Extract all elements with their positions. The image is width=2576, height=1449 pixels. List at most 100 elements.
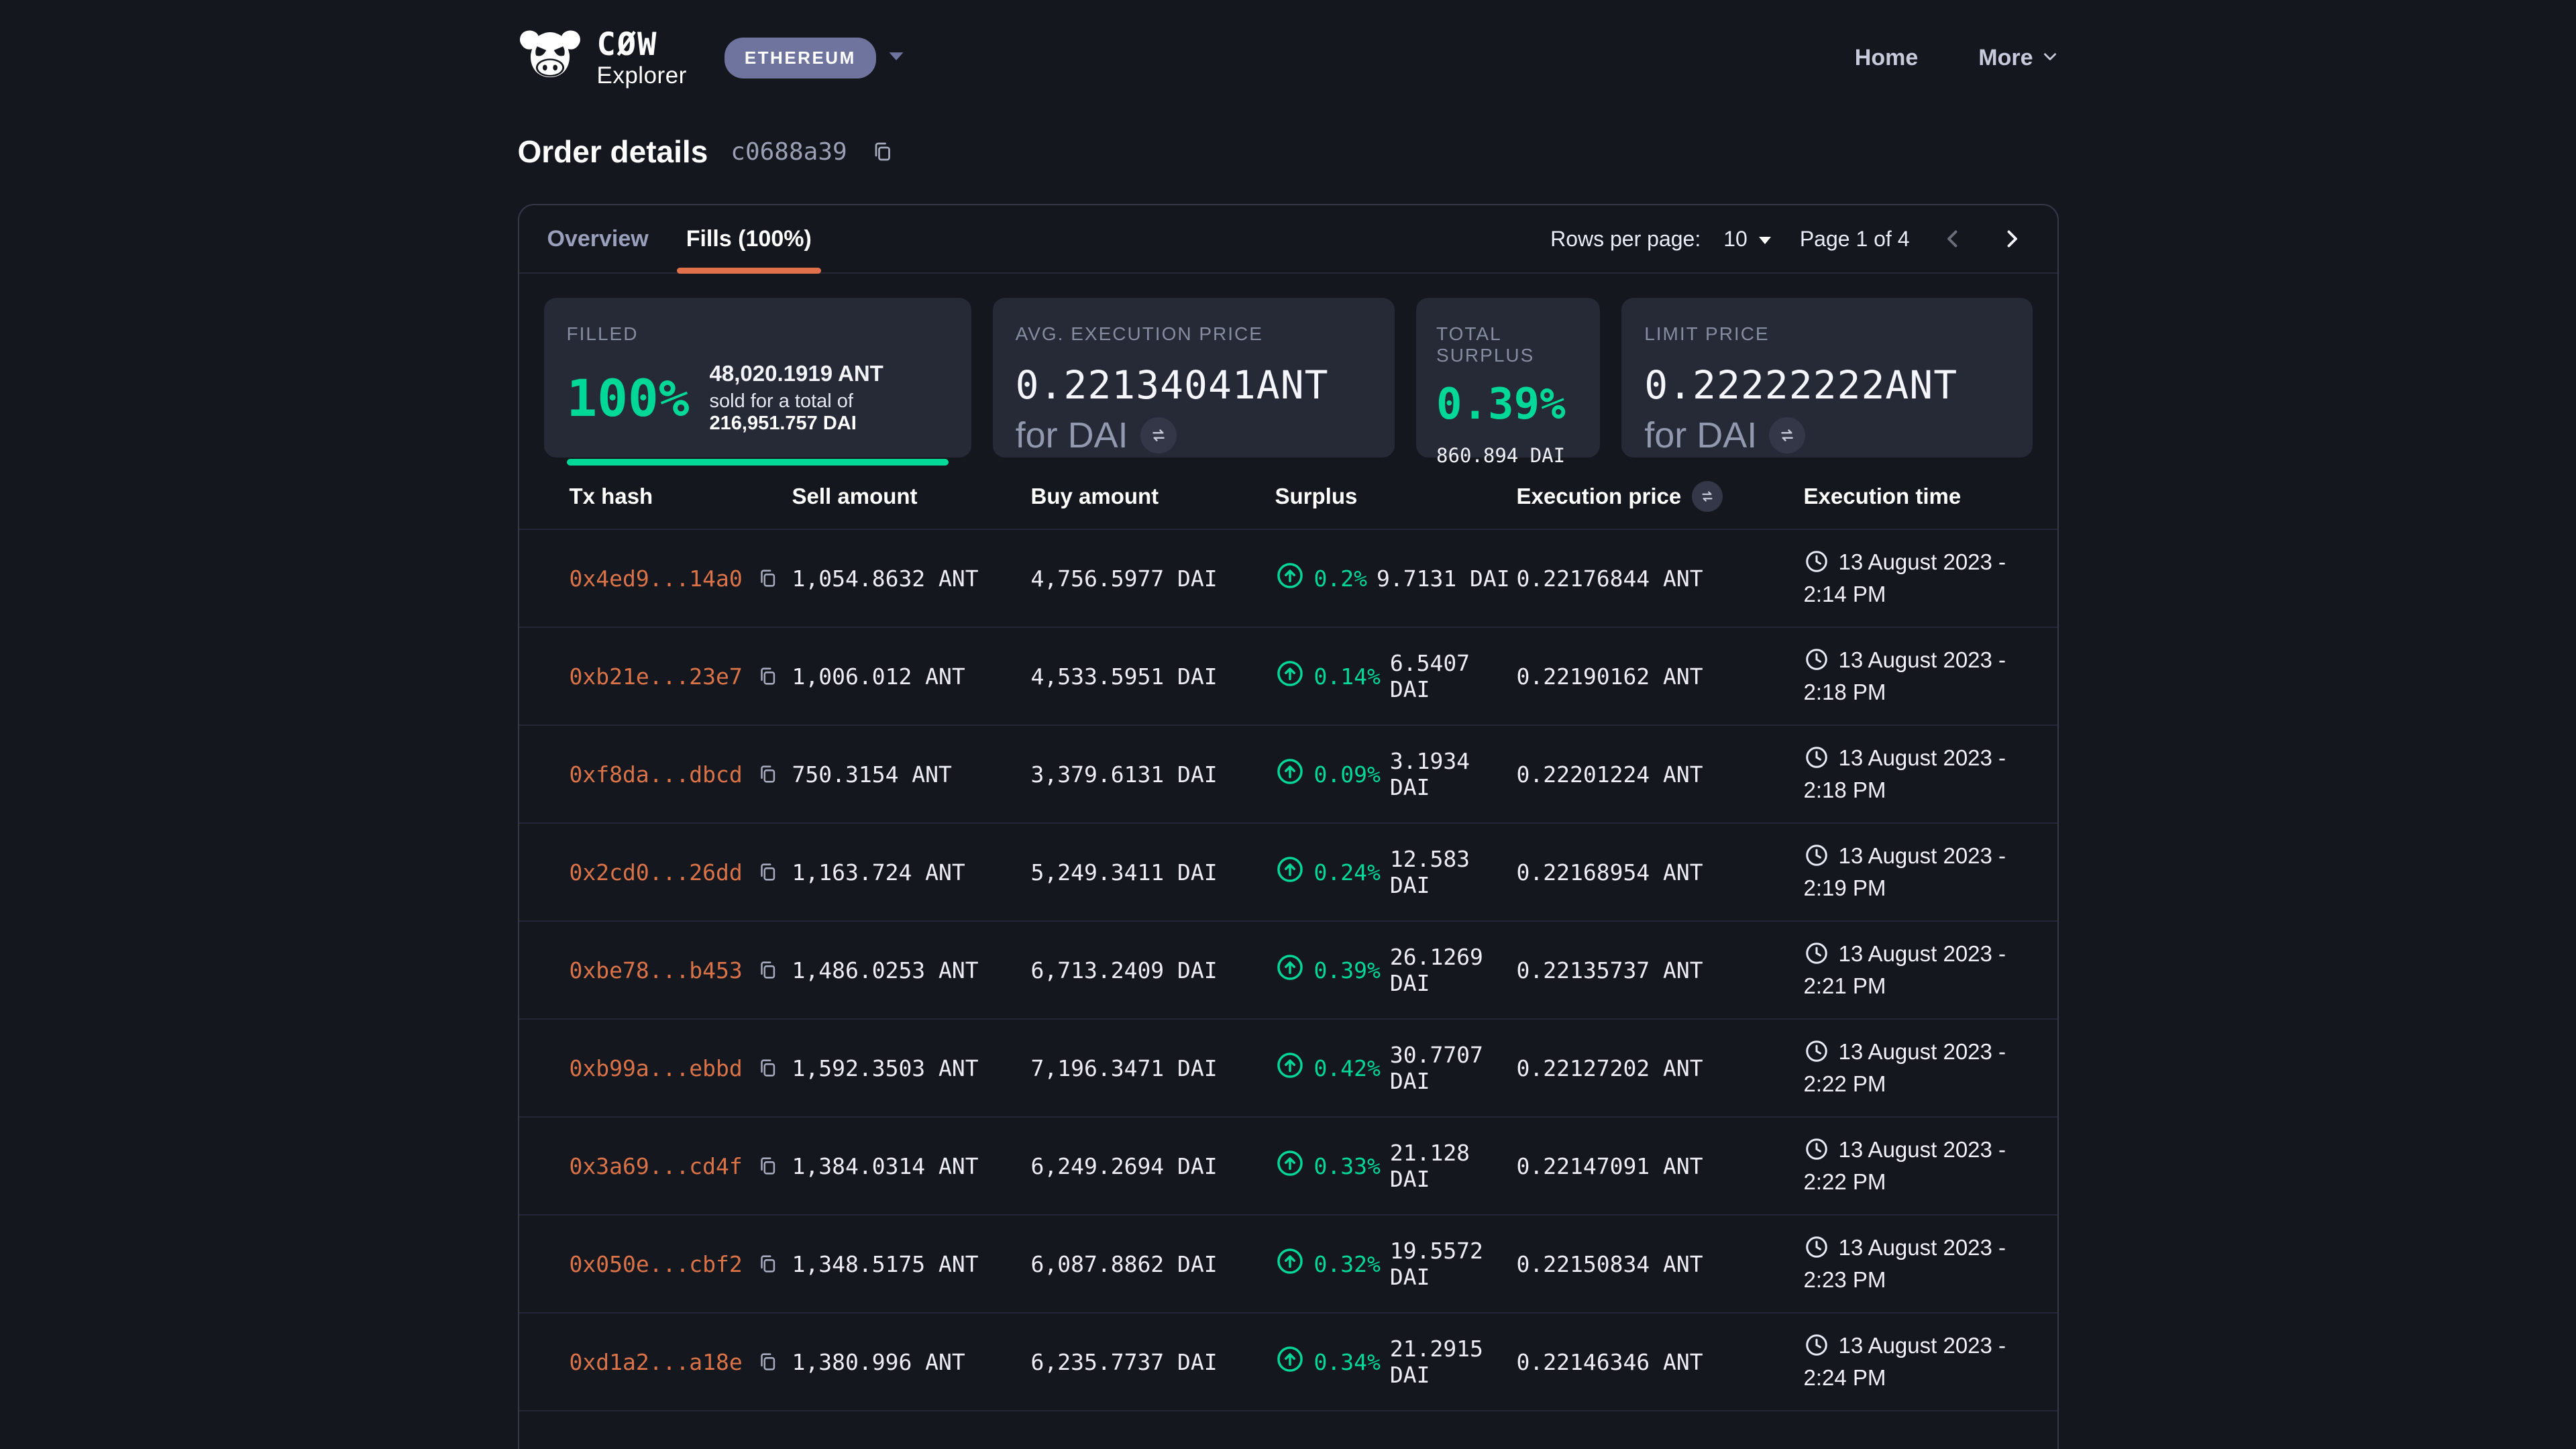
table-row: 0x050e...cbf2 1,348.5175 ANT 6,087.8862 … [519,1214,2057,1312]
tx-hash-link[interactable]: 0x2cd0...26dd [570,859,743,885]
copy-order-id-button[interactable] [870,140,894,164]
filled-amount: 48,020.1919 ANT [710,361,949,386]
limit-price-value: 0.22222222ANT [1644,362,2009,408]
surplus-amount: 6.5407 DAI [1390,650,1517,702]
next-row-partial [519,1410,2057,1449]
execution-price: 0.22135737 ANT [1517,957,1804,983]
network-badge[interactable]: ETHEREUM [724,38,876,78]
surplus-amount: 19.5572 DAI [1390,1238,1517,1290]
order-fills-panel: Overview Fills (100%) Rows per page: 10 [518,204,2059,1449]
sell-amount: 1,380.996 ANT [792,1349,1031,1375]
surplus-amount: 21.2915 DAI [1390,1336,1517,1388]
tab-overview[interactable]: Overview [529,205,667,272]
surplus-amount: 21.128 DAI [1390,1140,1517,1192]
network-selector[interactable]: ETHEREUM [724,38,906,78]
surplus-up-icon [1275,659,1305,694]
execution-price: 0.22168954 ANT [1517,859,1804,885]
surplus-up-icon [1275,953,1305,987]
cow-explorer-logo[interactable]: CØW Explorer [518,29,687,87]
invert-price-button[interactable] [1140,417,1177,453]
copy-tx-hash-button[interactable] [756,567,779,590]
main-nav: Home More [1855,45,2059,71]
tx-hash-link[interactable]: 0xd1a2...a18e [570,1349,743,1375]
copy-tx-hash-button[interactable] [756,763,779,786]
tx-hash-link[interactable]: 0xb21e...23e7 [570,663,743,690]
table-row: 0x4ed9...14a0 1,054.8632 ANT 4,756.5977 … [519,529,2057,627]
nav-home-link[interactable]: Home [1855,45,1918,71]
tx-hash-link[interactable]: 0x3a69...cd4f [570,1153,743,1179]
execution-price: 0.22176844 ANT [1517,566,1804,592]
clock-icon [1804,1136,1829,1162]
surplus-percent: 0.32% [1314,1251,1381,1277]
tx-hash-link[interactable]: 0x050e...cbf2 [570,1251,743,1277]
surplus-up-icon [1275,1148,1305,1183]
execution-time: 13 August 2023 - 2:22 PM [1804,1134,2037,1198]
tab-bar: Overview Fills (100%) Rows per page: 10 [519,205,2057,274]
invert-limit-price-button[interactable] [1769,417,1805,453]
table-row: 0x3a69...cd4f 1,384.0314 ANT 6,249.2694 … [519,1116,2057,1214]
avg-price-unit: for DAI [1016,415,1128,456]
surplus-amount: 30.7707 DAI [1390,1042,1517,1094]
col-execution-time: Execution time [1804,484,2037,509]
surplus-up-icon [1275,1246,1305,1281]
copy-tx-hash-button[interactable] [756,959,779,981]
pagination-controls: Rows per page: 10 Page 1 of 4 [1550,223,2027,255]
tx-hash-link[interactable]: 0x4ed9...14a0 [570,566,743,592]
dropdown-caret-icon [1757,227,1773,252]
surplus-amount: 12.583 DAI [1390,846,1517,898]
avg-price-value: 0.22134041ANT [1016,362,1372,408]
tab-fills[interactable]: Fills (100%) [667,205,830,272]
next-page-button[interactable] [1996,223,2028,255]
page: CØW Explorer ETHEREUM Home More [0,0,2576,1449]
clock-icon [1804,1038,1829,1064]
surplus-up-icon [1275,1051,1305,1085]
execution-price: 0.22190162 ANT [1517,663,1804,690]
surplus-percent: 0.14% [1314,663,1381,690]
brand-name: CØW [597,29,687,60]
page-indicator: Page 1 of 4 [1800,227,1910,252]
nav-more-menu[interactable]: More [1978,45,2058,71]
tx-hash-link[interactable]: 0xbe78...b453 [570,957,743,983]
copy-tx-hash-button[interactable] [756,1350,779,1373]
table-row: 0xbe78...b453 1,486.0253 ANT 6,713.2409 … [519,920,2057,1018]
table-row: 0x2cd0...26dd 1,163.724 ANT 5,249.3411 D… [519,822,2057,920]
sell-amount: 1,486.0253 ANT [792,957,1031,983]
buy-amount: 5,249.3411 DAI [1031,859,1275,885]
sell-amount: 1,384.0314 ANT [792,1153,1031,1179]
rows-per-page-select[interactable]: 10 [1723,227,1773,252]
execution-price: 0.22146346 ANT [1517,1349,1804,1375]
filled-percent: 100% [567,368,690,428]
invert-execution-price-button[interactable] [1692,481,1723,512]
copy-tx-hash-button[interactable] [756,1155,779,1177]
buy-amount: 7,196.3471 DAI [1031,1055,1275,1081]
sell-amount: 1,592.3503 ANT [792,1055,1031,1081]
total-surplus-percent: 0.39% [1436,380,1580,429]
clock-icon [1804,647,1829,672]
buy-amount: 4,756.5977 DAI [1031,566,1275,592]
tx-hash-link[interactable]: 0xf8da...dbcd [570,761,743,788]
execution-time: 13 August 2023 - 2:24 PM [1804,1330,2037,1394]
total-surplus-label: TOTAL SURPLUS [1436,323,1580,366]
surplus-amount: 9.7131 DAI [1377,566,1510,592]
surplus-percent: 0.33% [1314,1153,1381,1179]
surplus-percent: 0.2% [1314,566,1367,592]
execution-time: 13 August 2023 - 2:21 PM [1804,938,2037,1002]
copy-tx-hash-button[interactable] [756,665,779,688]
total-surplus-amount: 860.894 DAI [1436,444,1580,467]
table-row: 0xf8da...dbcd 750.3154 ANT 3,379.6131 DA… [519,724,2057,822]
copy-tx-hash-button[interactable] [756,861,779,883]
sell-amount: 750.3154 ANT [792,761,1031,788]
top-navigation: CØW Explorer ETHEREUM Home More [518,0,2059,86]
cow-logo-icon [518,30,582,86]
copy-tx-hash-button[interactable] [756,1057,779,1079]
col-buy-amount: Buy amount [1031,484,1275,509]
surplus-percent: 0.34% [1314,1349,1381,1375]
clock-icon [1804,941,1829,966]
sell-amount: 1,054.8632 ANT [792,566,1031,592]
copy-tx-hash-button[interactable] [756,1252,779,1275]
total-surplus-card: TOTAL SURPLUS 0.39% 860.894 DAI [1416,298,1600,458]
table-header-row: Tx hash Sell amount Buy amount Surplus E… [519,464,2057,529]
previous-page-button[interactable] [1937,223,1969,255]
summary-cards: FILLED 100% 48,020.1919 ANT sold for a t… [544,298,2033,458]
tx-hash-link[interactable]: 0xb99a...ebbd [570,1055,743,1081]
